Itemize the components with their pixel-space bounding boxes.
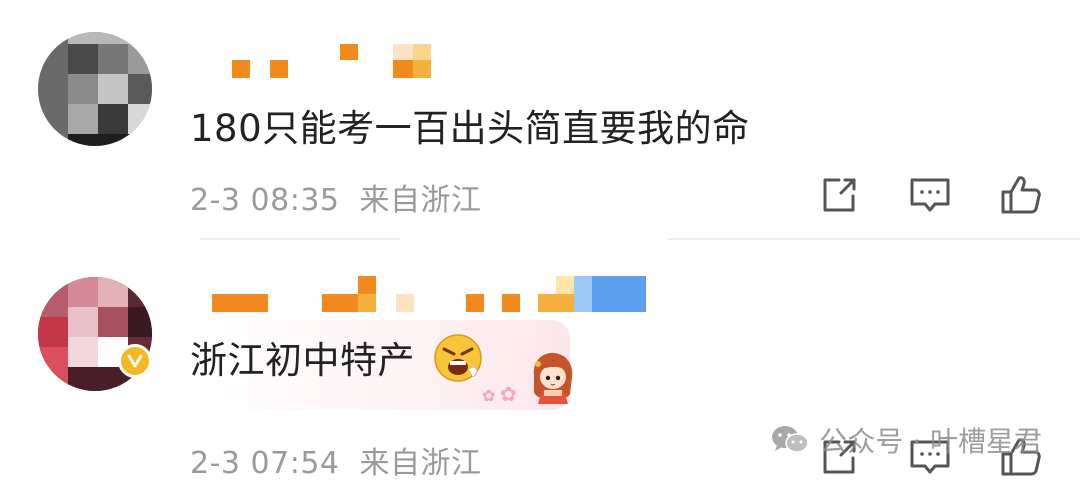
comment-text: 浙江初中特产 — [190, 339, 415, 382]
username-pixelated[interactable] — [190, 272, 650, 316]
reply-icon[interactable] — [907, 172, 953, 218]
flower-decoration: ✿ — [500, 382, 517, 406]
comment-meta: 2-3 07:54 来自浙江 — [190, 438, 482, 482]
comment-item: 180只能考一百出头简直要我的命 2-3 08:35 来自浙江 — [0, 0, 1080, 240]
share-icon[interactable] — [816, 172, 862, 218]
verified-badge-icon — [118, 344, 152, 378]
timestamp: 2-3 08:35 — [190, 183, 340, 218]
watermark: 公众号 · 叶槽星君 — [771, 420, 1042, 460]
anime-girl-sticker — [528, 350, 578, 406]
username-pixelated[interactable] — [190, 40, 440, 80]
comment-text: 180只能考一百出头简直要我的命 — [190, 107, 750, 150]
divider — [200, 238, 400, 240]
timestamp: 2-3 07:54 — [190, 446, 340, 481]
comment-actions — [771, 172, 1044, 218]
location: 来自浙江 — [359, 183, 482, 218]
like-icon[interactable] — [998, 172, 1044, 218]
location: 来自浙江 — [359, 446, 482, 481]
avatar[interactable] — [38, 32, 152, 146]
angry-face-sticker — [433, 333, 483, 383]
flower-decoration: ✿ — [482, 386, 496, 405]
wechat-icon — [772, 426, 810, 453]
comment-meta: 2-3 08:35 来自浙江 — [190, 175, 482, 219]
watermark-text: 公众号 · 叶槽星君 — [819, 425, 1042, 458]
divider — [668, 238, 1080, 240]
